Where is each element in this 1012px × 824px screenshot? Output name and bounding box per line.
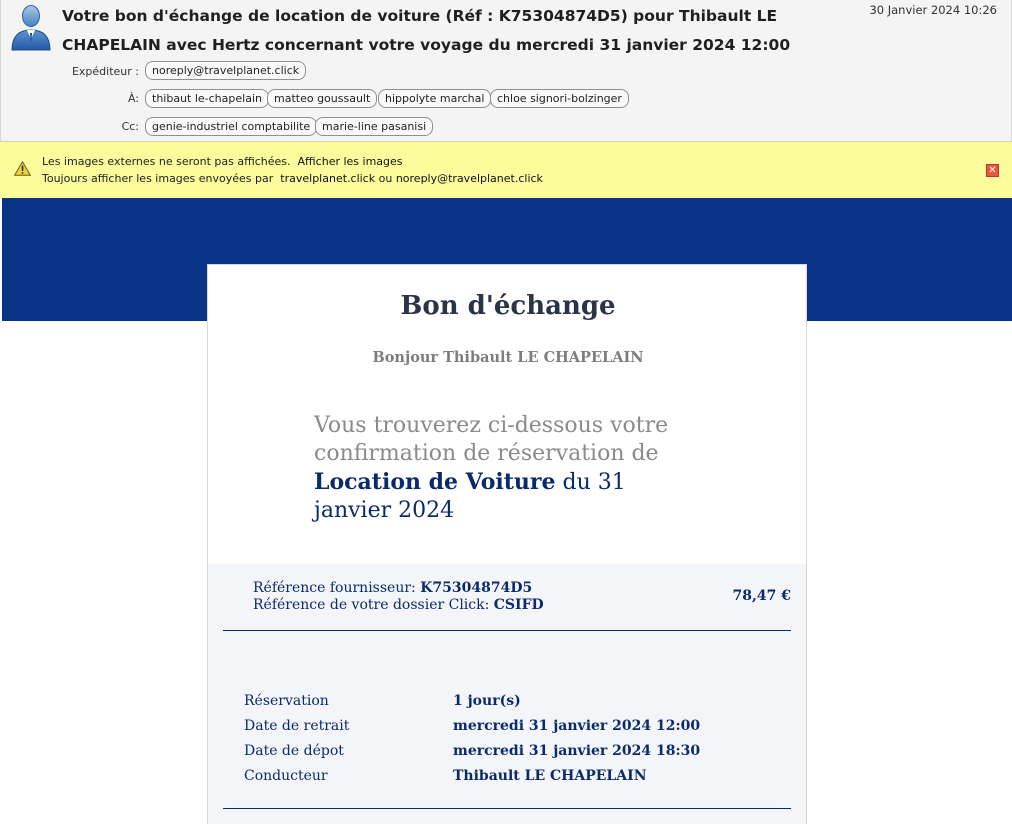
from-label: Expéditeur : xyxy=(71,65,139,78)
references: Référence fournisseur: K75304874D5 Référ… xyxy=(253,580,544,614)
always-show-domain-link[interactable]: travelplanet.click xyxy=(280,172,375,185)
notice-separator: ou xyxy=(378,172,393,185)
always-show-sender-link[interactable]: noreply@travelplanet.click xyxy=(396,172,543,185)
booking-details-section: Référence fournisseur: K75304874D5 Référ… xyxy=(208,564,806,824)
email-subject: Votre bon d'échange de location de voitu… xyxy=(62,7,791,54)
intro-pre: Vous trouverez ci-dessous votre confirma… xyxy=(314,413,669,466)
notice-text: Toujours afficher les images envoyées pa… xyxy=(42,172,274,185)
greeting: Bonjour Thibault LE CHAPELAIN xyxy=(372,349,644,366)
divider xyxy=(223,808,791,809)
show-images-link[interactable]: Afficher les images xyxy=(298,155,403,168)
to-label: À: xyxy=(127,92,139,105)
detail-label: Réservation xyxy=(244,693,329,709)
click-reference: Référence de votre dossier Click: CSIFD xyxy=(253,597,544,614)
user-avatar-icon xyxy=(11,5,51,51)
detail-value: Thibault LE CHAPELAIN xyxy=(453,768,647,784)
supplier-ref-value: K75304874D5 xyxy=(420,580,533,596)
intro-service: Location de Voiture xyxy=(314,469,556,495)
voucher-card: Bon d'échange Bonjour Thibault LE CHAPEL… xyxy=(207,264,807,824)
from-chip[interactable]: noreply@travelplanet.click xyxy=(145,61,307,80)
to-chip[interactable]: chloe signori-bolzinger xyxy=(490,89,629,108)
notice-text: Les images externes ne seront pas affich… xyxy=(42,155,291,168)
detail-label: Date de retrait xyxy=(244,718,350,734)
detail-value: mercredi 31 janvier 2024 18:30 xyxy=(453,743,701,759)
detail-value: mercredi 31 janvier 2024 12:00 xyxy=(453,718,701,734)
click-ref-value: CSIFD xyxy=(493,597,544,613)
cc-chip[interactable]: genie-industriel comptabilite xyxy=(145,117,318,136)
detail-label: Conducteur xyxy=(244,768,328,784)
message-header: Votre bon d'échange de location de voitu… xyxy=(0,0,1012,141)
detail-value: 1 jour(s) xyxy=(453,693,521,709)
divider xyxy=(223,630,791,631)
click-ref-label: Référence de votre dossier Click: xyxy=(253,597,490,613)
external-images-notice: Les images externes ne seront pas affich… xyxy=(0,141,1012,198)
email-date: 30 Janvier 2024 10:26 xyxy=(869,3,997,17)
notice-line-2: Toujours afficher les images envoyées pa… xyxy=(42,172,543,185)
supplier-ref-label: Référence fournisseur: xyxy=(253,580,416,596)
intro-text: Vous trouverez ci-dessous votre confirma… xyxy=(314,412,704,525)
cc-chip[interactable]: marie-line pasanisi xyxy=(315,117,434,136)
notice-line-1: Les images externes ne seront pas affich… xyxy=(42,155,403,168)
detail-label: Date de dépot xyxy=(244,743,344,759)
to-chip[interactable]: hippolyte marchal xyxy=(378,89,492,108)
price: 78,47 € xyxy=(732,588,791,604)
to-chip[interactable]: thibaut le-chapelain xyxy=(145,89,269,108)
voucher-title: Bon d'échange xyxy=(400,291,616,321)
warning-triangle-icon xyxy=(14,161,31,176)
to-chip[interactable]: matteo goussault xyxy=(267,89,378,108)
supplier-reference: Référence fournisseur: K75304874D5 xyxy=(253,580,544,597)
close-icon[interactable]: ✕ xyxy=(986,164,999,177)
cc-label: Cc: xyxy=(121,120,139,133)
